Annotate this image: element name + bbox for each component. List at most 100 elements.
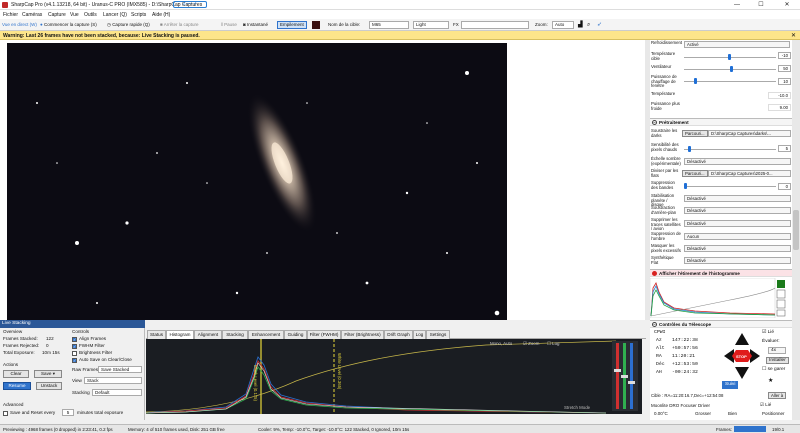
tab-histogram[interactable]: Histogram xyxy=(166,330,194,339)
fan-value[interactable]: 50 xyxy=(778,65,791,72)
linked-checkbox[interactable]: ☑ Lié xyxy=(762,330,774,335)
menu-capture[interactable]: Capture xyxy=(48,12,66,18)
right-scrollbar[interactable] xyxy=(792,40,800,420)
tab-stacking[interactable]: Stacking xyxy=(222,330,248,339)
resume-button[interactable]: Resume xyxy=(3,382,31,390)
target-input[interactable]: M65 xyxy=(369,21,409,29)
snapshot-button[interactable]: ◙ Instantané xyxy=(243,21,268,29)
search-icon[interactable]: ⌕ xyxy=(587,21,590,29)
stabilization-row: Stabilisation planète / disque Désactivé xyxy=(650,193,792,207)
target-temp-value[interactable]: -10 xyxy=(778,52,791,59)
align-frames-checkbox[interactable]: ✓ xyxy=(72,337,77,342)
tab-log[interactable]: Log xyxy=(413,330,426,339)
stacking-select[interactable]: Default xyxy=(92,389,142,396)
stop-capture-button[interactable]: ■ Arrêter la capture xyxy=(160,21,199,29)
tracking-button[interactable]: Suivi xyxy=(722,381,739,389)
unstack-button[interactable]: Unstack xyxy=(36,382,62,390)
warning-close-icon[interactable]: ✕ xyxy=(791,32,796,39)
tab-alignment[interactable]: Alignment xyxy=(194,330,222,339)
darks-path[interactable]: D:\SharpCap Captures\darks\... xyxy=(708,130,791,137)
menu-aide[interactable]: Aide (H) xyxy=(152,12,170,18)
hot-pixel-value[interactable]: 5 xyxy=(778,145,791,152)
goto-button[interactable]: Aller à xyxy=(768,392,787,399)
heater-knob[interactable] xyxy=(694,78,697,84)
install-button[interactable]: Installer xyxy=(766,357,789,364)
heater-value[interactable]: 10 xyxy=(778,78,791,85)
menu-cameras[interactable]: Caméras xyxy=(22,12,42,18)
display-icon[interactable]: ▟ xyxy=(578,21,583,29)
telescope-header[interactable]: − Contrôles du Télescope xyxy=(650,320,792,328)
flats-path[interactable]: D:\SharpCap Captures\2025-0... xyxy=(708,170,791,177)
hot-pixel-slider[interactable] xyxy=(684,149,776,150)
fwhm-filter-checkbox[interactable]: ✓ xyxy=(72,344,77,349)
arrow-down-icon xyxy=(735,367,749,379)
frame-type-select[interactable]: Light xyxy=(413,21,449,29)
banding-slider[interactable] xyxy=(684,186,776,187)
brightness-filter-checkbox[interactable] xyxy=(72,351,77,356)
preprocessing-header[interactable]: − Prétraitement xyxy=(650,118,792,126)
cooling-select[interactable]: Activé xyxy=(684,41,790,48)
stack-histogram[interactable]: Mono, Auto ☑ Zoom ☐ Log Black Level (0.1… xyxy=(145,339,642,414)
raw-frames-select[interactable]: Save Stacked xyxy=(98,366,142,373)
mono-auto-label[interactable]: Mono, Auto xyxy=(490,341,512,346)
save-reset-minutes[interactable]: 5 xyxy=(62,409,74,416)
stretch-mode-label[interactable]: Stretch Mode xyxy=(564,405,590,410)
live-view-button[interactable]: Vue en direct (W) xyxy=(2,21,37,29)
start-capture-button[interactable]: ● Commencer la capture (S) xyxy=(40,21,97,29)
satellite-select[interactable]: Désactivé xyxy=(684,220,791,227)
tab-filter-fwhm[interactable]: Filter (FWHM) xyxy=(307,330,341,339)
pause-button[interactable]: ‖ Pause xyxy=(221,21,237,29)
menu-outils[interactable]: Outils xyxy=(84,12,97,18)
rate-select[interactable]: 4x xyxy=(768,347,786,354)
menu-vue[interactable]: Vue xyxy=(70,12,79,18)
dark-scale-select[interactable]: Désactivé xyxy=(684,158,791,165)
background-select[interactable]: Désactivé xyxy=(684,207,791,214)
menu-fichier[interactable]: Fichier xyxy=(3,12,18,18)
clear-button[interactable]: Clear xyxy=(3,370,29,378)
histogram-stretch-header[interactable]: Afficher l'étirement de l'histogramme xyxy=(650,269,792,277)
auto-save-checkbox[interactable]: ✓ xyxy=(72,358,77,363)
mask-select[interactable]: Désactivé xyxy=(684,245,791,252)
maximize-button[interactable]: ☐ xyxy=(752,0,770,10)
focuser-linked-checkbox[interactable]: ☑ Lié xyxy=(760,402,771,408)
tab-settings[interactable]: Settings xyxy=(426,330,450,339)
live-image[interactable] xyxy=(7,43,507,345)
heater-slider[interactable] xyxy=(684,81,776,82)
tab-enhancement[interactable]: Enhancement xyxy=(248,330,284,339)
menu-lancer[interactable]: Lancer (Q) xyxy=(103,12,127,18)
banding-knob[interactable] xyxy=(684,183,687,189)
save-button[interactable]: Save ▾ xyxy=(34,370,62,378)
banding-value[interactable]: 0 xyxy=(778,183,791,190)
stretch-histogram[interactable] xyxy=(650,277,792,319)
synthetic-flat-select[interactable]: Désactivé xyxy=(684,257,791,264)
view-select[interactable]: Stack xyxy=(84,377,142,384)
star-icon[interactable]: ★ xyxy=(768,377,773,384)
tab-guiding[interactable]: Guiding xyxy=(284,330,307,339)
stop-button[interactable]: STOP xyxy=(736,354,747,359)
quick-access-button[interactable]: 2 — ✓ xyxy=(173,1,207,8)
quick-capture-button[interactable]: ◷ Capture rapide (Q) xyxy=(107,21,150,29)
tab-drift-graph[interactable]: Drift Graph xyxy=(384,330,413,339)
pointer-icon[interactable]: ➶ xyxy=(597,21,602,29)
shadow-select[interactable]: Aucun xyxy=(684,233,791,240)
save-reset-checkbox[interactable] xyxy=(3,411,8,416)
zoom-select[interactable]: Auto xyxy=(552,21,574,29)
park-checkbox[interactable]: ☐ se garer xyxy=(762,367,785,372)
fx-select[interactable] xyxy=(461,21,529,29)
hot-pixel-knob[interactable] xyxy=(688,146,691,152)
minimize-button[interactable]: — xyxy=(728,0,746,10)
target-temp-knob[interactable] xyxy=(728,54,731,60)
log-toggle[interactable]: ☐ Log xyxy=(547,341,559,347)
flats-browse-button[interactable]: Parcouri... xyxy=(682,170,708,177)
fan-knob[interactable] xyxy=(730,66,733,72)
menu-scripts[interactable]: Scripts xyxy=(131,12,146,18)
tab-filter-brightness[interactable]: Filter (Brightness) xyxy=(341,330,384,339)
zoom-toggle[interactable]: ☑ Zoom xyxy=(523,341,539,347)
darks-browse-button[interactable]: Parcouri... xyxy=(682,130,708,137)
color-swatch[interactable] xyxy=(312,21,320,29)
right-scroll-thumb[interactable] xyxy=(793,210,799,250)
stabilization-select[interactable]: Désactivé xyxy=(684,195,791,202)
tab-status[interactable]: Status xyxy=(147,330,166,339)
stacking-button[interactable]: Empilement xyxy=(277,21,307,29)
close-button[interactable]: ✕ xyxy=(778,0,796,10)
